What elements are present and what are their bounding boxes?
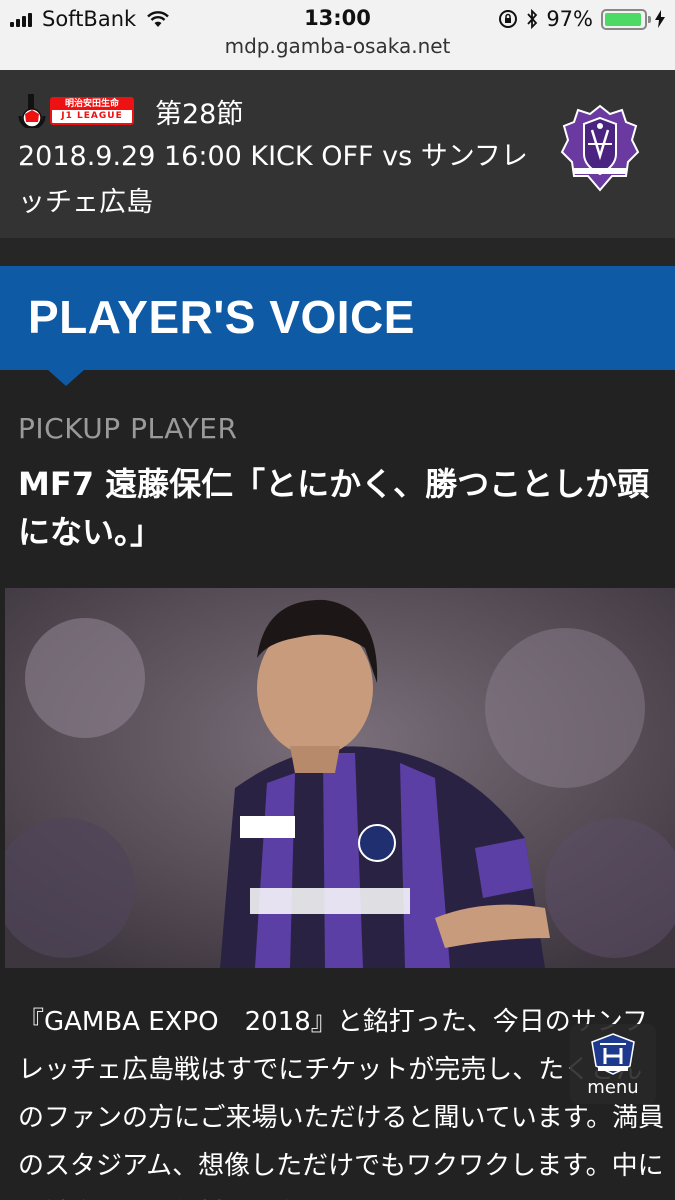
article-kicker: PICKUP PLAYER xyxy=(18,412,238,445)
match-round: 第28節 xyxy=(155,99,244,130)
j-league-ball-icon xyxy=(18,94,46,128)
article-headline[interactable]: MF7 遠藤保仁「とにかく、勝つことしか頭にない。」 xyxy=(18,460,663,556)
players-voice-banner: PLAYER'S VOICE xyxy=(0,266,675,386)
status-right: 97% xyxy=(490,6,665,32)
match-header: 明治安田生命 J1 LEAGUE 第28節 2018.9.29 16:00 KI… xyxy=(0,70,675,238)
sanfrecce-hiroshima-crest-icon xyxy=(560,104,640,192)
bluetooth-icon xyxy=(527,9,538,29)
charging-icon xyxy=(655,10,665,28)
league-tag: 明治安田生命 J1 LEAGUE xyxy=(50,97,134,125)
j1-league-logo: 明治安田生命 J1 LEAGUE xyxy=(18,94,136,128)
menu-button[interactable]: menu xyxy=(570,1024,656,1104)
status-bar: SoftBank 13:00 97% mdp.gamba-osaka.net xyxy=(0,0,675,70)
battery-percent: 97% xyxy=(546,7,593,31)
banner-title: PLAYER'S VOICE xyxy=(28,291,415,343)
banner-pointer xyxy=(48,370,84,386)
league-name: J1 LEAGUE xyxy=(61,111,123,121)
section-spacer xyxy=(0,238,675,266)
menu-label: menu xyxy=(587,1077,639,1098)
battery-icon xyxy=(601,8,651,30)
player-photo xyxy=(5,588,675,968)
gamba-osaka-emblem-icon xyxy=(591,1033,635,1075)
league-sponsor: 明治安田生命 xyxy=(52,99,132,110)
rotation-lock-icon xyxy=(499,10,518,28)
url-bar[interactable]: mdp.gamba-osaka.net xyxy=(0,34,675,58)
player-photo-image xyxy=(5,588,675,968)
kickoff-info: 2018.9.29 16:00 KICK OFF vs サンフレッチェ広島 xyxy=(18,141,528,218)
